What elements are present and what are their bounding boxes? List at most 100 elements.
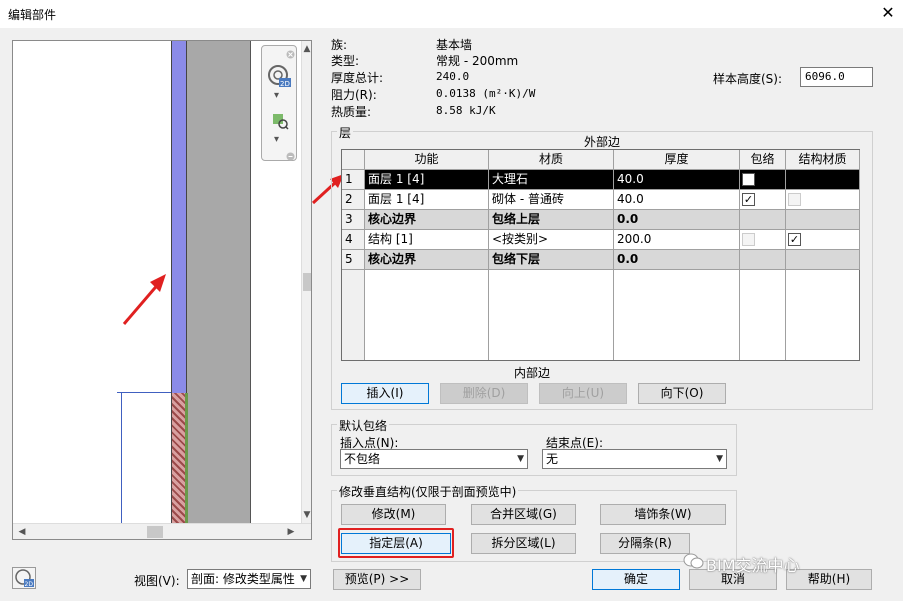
cell-structural[interactable]: ✓ [786,230,860,250]
merge-regions-button[interactable]: 合并区域(G) [471,504,576,525]
thermal-mass-label: 热质量: [331,105,372,119]
column-header-wrap: 包络 [740,150,786,170]
close-icon[interactable]: ✕ [878,3,898,23]
close-nav-icon[interactable] [286,48,295,62]
chevron-down-icon[interactable]: ▾ [274,90,279,101]
scroll-left-icon[interactable]: ◀ [16,526,28,538]
cell-function[interactable]: 核心边界 [365,250,489,270]
resistance-value: 0.0138 (m²·K)/W [436,87,536,100]
boundary-line-graphic [185,393,188,523]
scroll-down-icon[interactable]: ▼ [301,509,311,521]
insert-point-select[interactable]: 不包络 ▼ [340,449,528,469]
cell-thickness[interactable]: 40.0 [614,190,740,210]
type-label: 类型: [331,54,360,68]
type-value: 常规 - 200mm [436,54,519,68]
sweeps-button[interactable]: 墙饰条(W) [600,504,726,525]
structural-checkbox[interactable]: ✓ [788,233,801,246]
cell-material[interactable]: 砌体 - 普通砖 [489,190,614,210]
row-number[interactable]: 2 [342,190,365,210]
move-up-button[interactable]: 向上(U) [539,383,627,404]
wechat-icon [683,552,705,573]
exterior-side-label: 外部边 [584,135,621,149]
family-label: 族: [331,38,348,52]
column-divider [613,270,614,360]
cell-material[interactable]: 大理石 [489,170,614,190]
modify-vertical-group-title: 修改垂直结构(仅限于剖面预览中) [337,483,519,500]
reveals-button[interactable]: 分隔条(R) [600,533,690,554]
move-down-button[interactable]: 向下(O) [638,383,726,404]
steering-wheel-2d-icon[interactable]: 2D [267,64,291,91]
dimension-line [121,392,122,523]
row-number[interactable]: 1 [342,170,365,190]
row-number[interactable]: 3 [342,210,365,230]
insert-point-value: 不包络 [344,452,381,466]
steering-wheel-2d-icon[interactable]: 2D [12,567,36,592]
cell-material[interactable]: <按类别> [489,230,614,250]
modify-button[interactable]: 修改(M) [341,504,446,525]
wrap-checkbox [742,233,755,246]
annotation-highlight [338,528,454,558]
cell-wrap [740,210,786,230]
chevron-down-icon: ▼ [298,570,307,588]
insert-button[interactable]: 插入(I) [341,383,429,404]
watermark-text: BIM交流中心 [706,556,800,575]
cell-structural[interactable] [786,190,860,210]
cell-function[interactable]: 结构 [1] [365,230,489,250]
cell-thickness[interactable]: 200.0 [614,230,740,250]
structure-layer-graphic [187,41,251,523]
annotation-arrow-icon [122,274,166,325]
title-bar: 编辑部件 ✕ [0,0,903,28]
navigation-bar[interactable]: 2D ▾ ▾ [261,45,297,161]
split-region-button[interactable]: 拆分区域(L) [471,533,576,554]
zoom-icon[interactable] [271,112,289,133]
row-number[interactable]: 4 [342,230,365,250]
preview-button[interactable]: 预览(P) >> [333,569,421,590]
sample-height-label: 样本高度(S): [713,72,783,86]
structural-checkbox[interactable] [788,173,801,186]
cell-thickness[interactable]: 0.0 [614,210,740,230]
cell-function[interactable]: 核心边界 [365,210,489,230]
sample-height-input[interactable]: 6096.0 [800,67,873,87]
cell-structural [786,210,860,230]
wrap-checkbox[interactable]: ✓ [742,173,755,186]
svg-text:2D: 2D [25,581,34,588]
thickness-total-value: 240.0 [436,70,470,83]
scroll-right-icon[interactable]: ▶ [285,526,297,538]
layers-group-title: 层 [337,124,354,141]
svg-text:2D: 2D [280,80,290,88]
interior-side-label: 内部边 [514,366,551,380]
cell-material[interactable]: 包络上层 [489,210,614,230]
cell-material[interactable]: 包络下层 [489,250,614,270]
column-divider [739,270,740,360]
window-title: 编辑部件 [8,8,57,22]
scroll-up-icon[interactable]: ▲ [301,43,311,55]
cell-structural[interactable] [786,170,860,190]
ok-button[interactable]: 确定 [592,569,680,590]
cell-wrap[interactable] [740,230,786,250]
delete-button[interactable]: 删除(D) [440,383,528,404]
finish-layer-graphic [171,41,187,393]
cell-function[interactable]: 面层 1 [4] [365,190,489,210]
nav-options-icon[interactable] [286,150,295,164]
thermal-mass-value: 8.58 kJ/K [436,104,496,117]
cell-thickness[interactable]: 0.0 [614,250,740,270]
horizontal-scroll-thumb[interactable] [147,526,163,538]
cell-thickness[interactable]: 40.0 [614,170,740,190]
table-corner [342,150,365,170]
row-header-empty [342,270,365,360]
end-point-select[interactable]: 无 ▼ [542,449,727,469]
cell-wrap[interactable]: ✓ [740,170,786,190]
chevron-down-icon: ▼ [716,454,723,464]
column-header-material: 材质 [489,150,614,170]
row-number[interactable]: 5 [342,250,365,270]
chevron-down-icon: ▼ [517,454,524,464]
view-select[interactable]: 剖面: 修改类型属性 ▼ [187,569,311,589]
family-value: 基本墙 [436,38,473,52]
vertical-scroll-thumb[interactable] [303,273,311,291]
chevron-down-icon[interactable]: ▾ [274,134,279,145]
layers-table[interactable]: 功能 材质 厚度 包络 结构材质 1 面层 1 [4] 大理石 40.0 ✓ 2… [341,149,860,361]
wrap-checkbox[interactable]: ✓ [742,193,755,206]
resistance-label: 阻力(R): [331,88,377,102]
cell-function[interactable]: 面层 1 [4] [365,170,489,190]
cell-wrap[interactable]: ✓ [740,190,786,210]
